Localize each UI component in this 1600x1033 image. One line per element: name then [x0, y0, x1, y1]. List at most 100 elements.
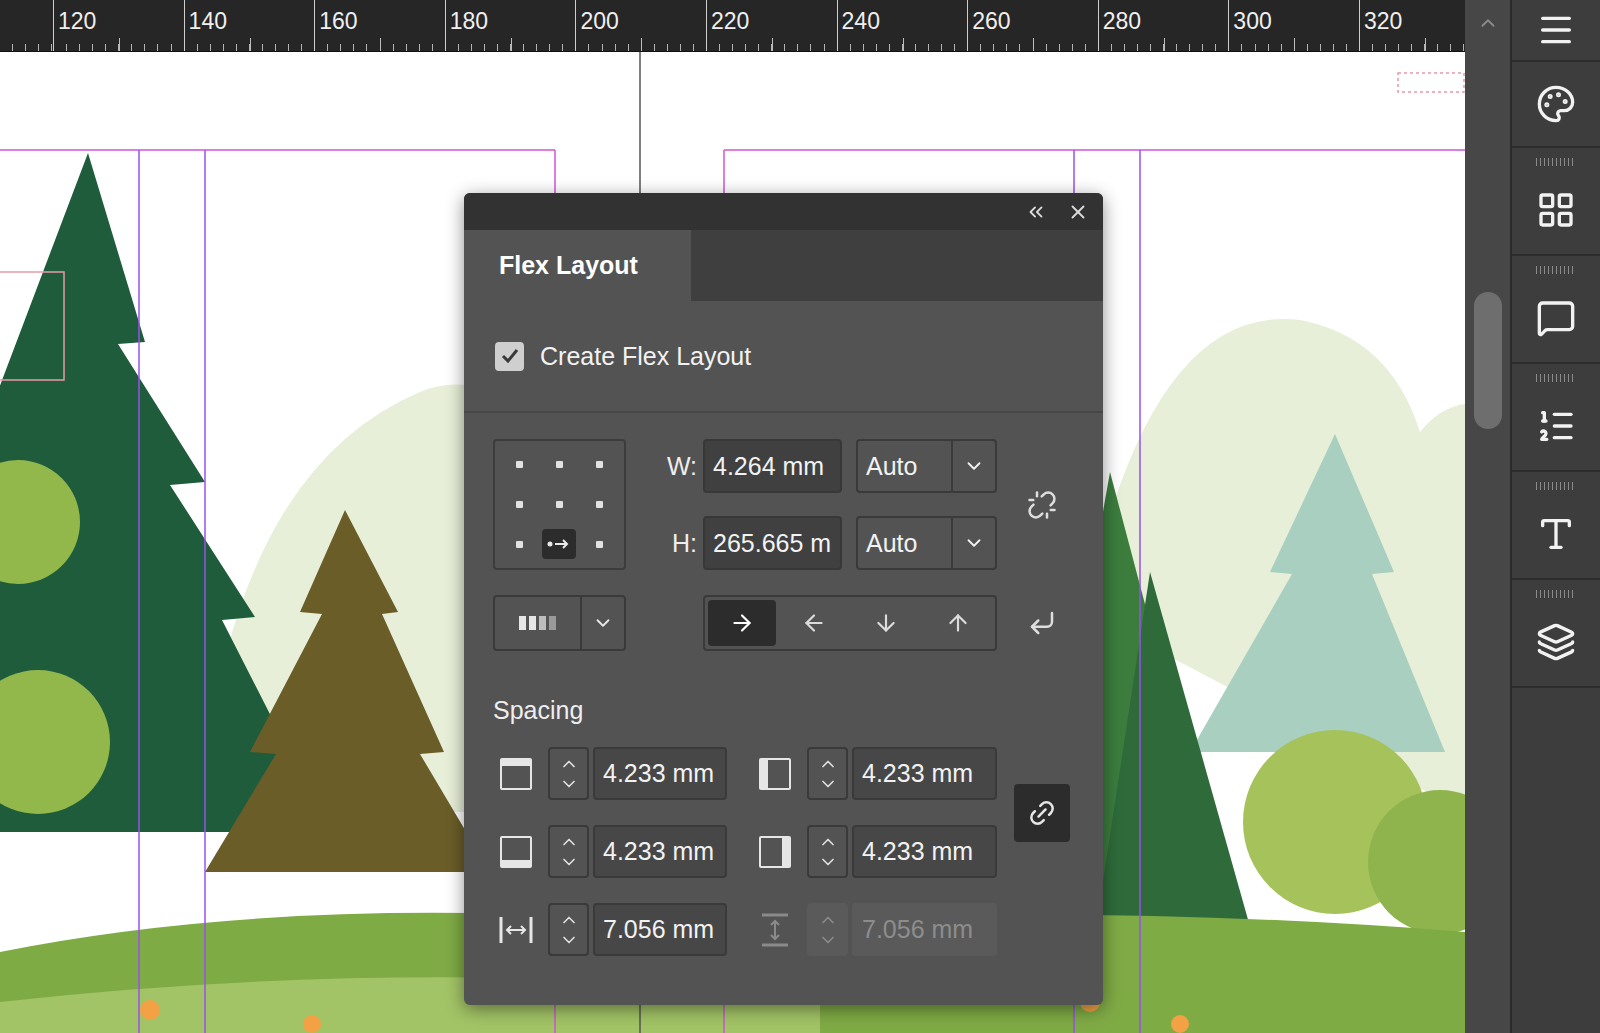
create-flex-layout-checkbox[interactable] — [495, 342, 524, 371]
stepper[interactable] — [807, 825, 848, 878]
spacing-value[interactable]: 7.056 mm — [593, 903, 727, 956]
increment-icon[interactable] — [559, 754, 579, 774]
tab-row: Flex Layout — [464, 230, 1103, 301]
ruler-label: 300 — [1228, 0, 1359, 51]
collapse-icon[interactable] — [1025, 201, 1047, 223]
panel-dock — [1510, 0, 1600, 1033]
increment-icon[interactable] — [818, 754, 838, 774]
flex-layout-panel[interactable]: Flex LayoutCreate Flex LayoutW:4.264 mmA… — [464, 193, 1103, 1005]
grip[interactable] — [1536, 374, 1576, 382]
close-icon[interactable] — [1067, 201, 1089, 223]
wrap-icon[interactable] — [1027, 608, 1057, 638]
dock-item[interactable] — [1512, 0, 1600, 62]
spacing-value[interactable]: 4.233 mm — [852, 747, 997, 800]
spacing-grid: 4.233 mm 4.233 mm 4.233 mm 4.233 mm 7.056 mm… — [464, 747, 1103, 956]
width-label: W: — [626, 452, 697, 481]
size-section: W:4.264 mmAutoH:265.665 mAuto — [464, 413, 1103, 651]
selected-alignment[interactable] — [542, 529, 576, 559]
alignment-cell[interactable] — [580, 524, 620, 564]
height-mode-select[interactable]: Auto — [856, 516, 997, 570]
order-icon[interactable] — [1536, 406, 1576, 446]
column-guide — [1139, 150, 1141, 1033]
decrement-icon[interactable] — [818, 852, 838, 872]
spacing-link-button[interactable] — [1014, 784, 1070, 842]
scroll-up-icon[interactable] — [1477, 12, 1499, 34]
panel-header[interactable] — [464, 193, 1103, 230]
round-tree — [1368, 790, 1465, 934]
grip[interactable] — [1536, 158, 1576, 166]
alignment-cell[interactable] — [499, 524, 539, 564]
increment-icon[interactable] — [559, 832, 579, 852]
alignment-cell[interactable] — [539, 524, 579, 564]
stepper[interactable] — [548, 825, 589, 878]
height-input[interactable]: 265.665 m — [703, 516, 842, 570]
spacing-value[interactable]: 4.233 mm — [852, 825, 997, 878]
margin-guide — [724, 149, 1465, 151]
arrow-up-icon — [945, 610, 971, 636]
width-input[interactable]: 4.264 mm — [703, 439, 842, 493]
ruler-label: 180 — [445, 0, 576, 51]
horizontal-ruler: 120140160180200220240260280300320 — [0, 0, 1465, 52]
direction-down-button[interactable] — [852, 600, 920, 646]
decrement-icon[interactable] — [559, 852, 579, 872]
direction-right-button[interactable] — [708, 600, 776, 646]
alignment-dot — [516, 501, 523, 508]
dock-item[interactable] — [1512, 580, 1600, 688]
decrement-icon[interactable] — [559, 930, 579, 950]
mode-value: Auto — [858, 518, 951, 568]
width-mode-select[interactable]: Auto — [856, 439, 997, 493]
row-layout-icon — [518, 614, 558, 632]
dock-item[interactable] — [1512, 62, 1600, 148]
stepper[interactable] — [548, 903, 589, 956]
spacing-value[interactable]: 4.233 mm — [593, 825, 727, 878]
dock-item[interactable] — [1512, 364, 1600, 472]
decrement-icon — [818, 930, 838, 950]
alignment-cell[interactable] — [580, 485, 620, 525]
column-guide — [204, 150, 206, 1033]
unlink-icon[interactable] — [1027, 490, 1057, 520]
direction-up-button[interactable] — [924, 600, 992, 646]
direction-left-button[interactable] — [780, 600, 848, 646]
stepper[interactable] — [807, 747, 848, 800]
flower — [303, 1015, 321, 1033]
dock-item[interactable] — [1512, 256, 1600, 364]
dock-item[interactable] — [1512, 148, 1600, 256]
alignment-cell[interactable] — [539, 485, 579, 525]
palette-icon[interactable] — [1536, 84, 1576, 124]
comment-icon[interactable] — [1536, 298, 1576, 338]
layout-mode-select[interactable] — [493, 595, 626, 651]
grip[interactable] — [1536, 266, 1576, 274]
grip[interactable] — [1536, 590, 1576, 598]
menu-icon[interactable] — [1536, 10, 1576, 50]
dock-item[interactable] — [1512, 472, 1600, 580]
alignment-cell[interactable] — [499, 485, 539, 525]
spacing-icon-box — [752, 825, 797, 878]
character-style-icon[interactable] — [1536, 514, 1576, 554]
scroll-thumb[interactable] — [1474, 292, 1502, 429]
grip[interactable] — [1536, 482, 1576, 490]
chevron-down-icon — [963, 455, 985, 477]
check-icon — [500, 346, 520, 366]
panel-tab[interactable]: Flex Layout — [464, 230, 691, 301]
vertical-scrollbar[interactable] — [1465, 0, 1510, 1033]
spacing-value[interactable]: 4.233 mm — [593, 747, 727, 800]
decrement-icon[interactable] — [559, 774, 579, 794]
round-tree — [0, 670, 110, 814]
increment-icon[interactable] — [559, 910, 579, 930]
canvas[interactable]: Flex LayoutCreate Flex LayoutW:4.264 mmA… — [0, 52, 1465, 1033]
wrap-button[interactable] — [997, 595, 1087, 651]
increment-icon — [818, 910, 838, 930]
alignment-cell[interactable] — [580, 445, 620, 485]
swatches-icon[interactable] — [1536, 190, 1576, 230]
size-link-button[interactable] — [997, 439, 1087, 570]
alignment-cell[interactable] — [499, 445, 539, 485]
left-spacing-icon — [756, 755, 794, 793]
increment-icon[interactable] — [818, 832, 838, 852]
alignment-cell[interactable] — [539, 445, 579, 485]
ruler-label: 200 — [575, 0, 706, 51]
decrement-icon[interactable] — [818, 774, 838, 794]
stepper[interactable] — [548, 747, 589, 800]
layers-icon[interactable] — [1536, 622, 1576, 662]
bottom-spacing-field: 4.233 mm — [493, 825, 727, 878]
ruler-label: 140 — [184, 0, 315, 51]
